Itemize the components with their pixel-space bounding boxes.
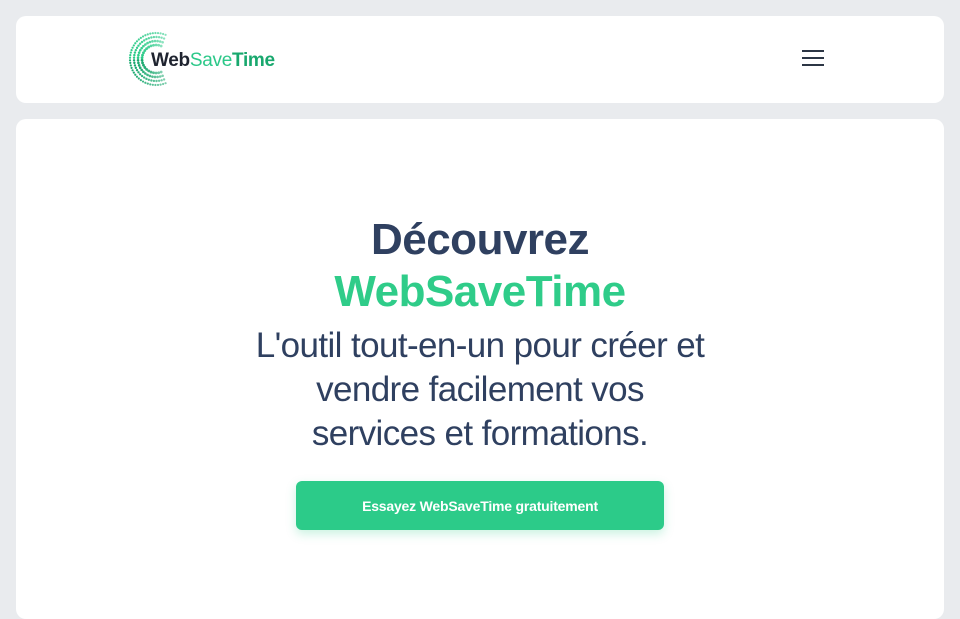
hero-title-line1: Découvrez (370, 215, 590, 264)
menu-line-middle (802, 57, 824, 59)
logo-text-save: Save (189, 50, 232, 71)
logo-text-web: Web (151, 50, 190, 71)
hero-title-line2: WebSaveTime (334, 267, 626, 316)
logo-text-time: Time (231, 50, 275, 71)
websavetime-logo[interactable]: WebSaveTime (127, 30, 287, 88)
logo-wordmark: WebSaveTime (151, 50, 275, 72)
hero-section: Découvrez WebSaveTime L'outil tout-en-un… (16, 119, 944, 619)
hero-content: Découvrez WebSaveTime L'outil tout-en-un… (16, 214, 944, 456)
try-free-button[interactable]: Essayez WebSaveTime gratuitement (296, 481, 664, 530)
menu-line-bottom (802, 64, 824, 66)
hamburger-menu-icon[interactable] (800, 47, 826, 69)
hero-subtitle: L'outil tout-en-un pour créer et vendre … (255, 326, 705, 453)
menu-line-top (802, 50, 824, 52)
site-header: WebSaveTime (16, 16, 944, 103)
